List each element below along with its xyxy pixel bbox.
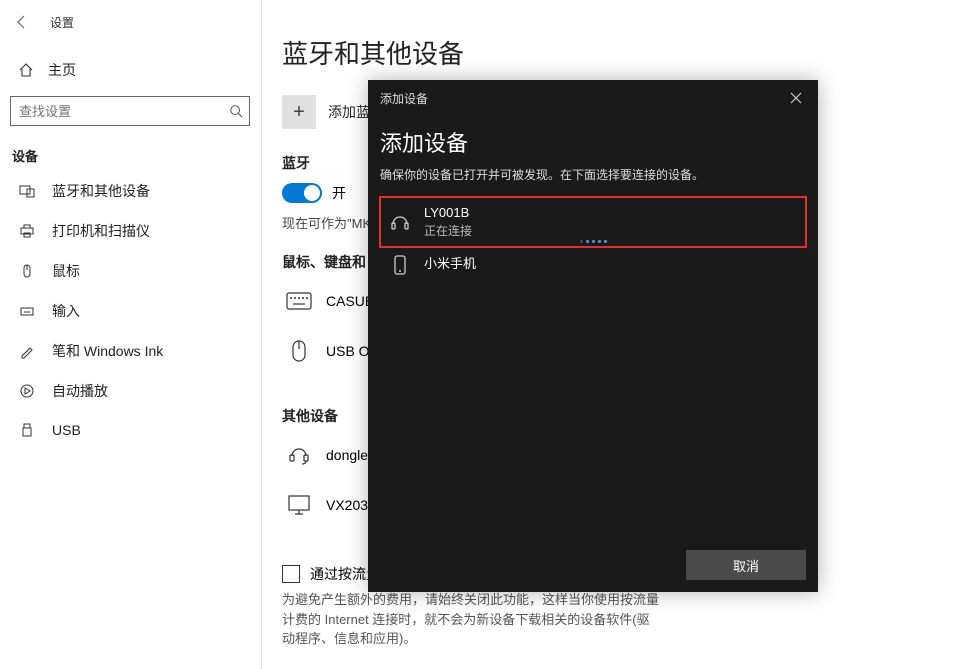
nav-typing[interactable]: 输入 [0, 291, 261, 331]
mouse-icon [18, 262, 36, 280]
nav-usb[interactable]: USB [0, 411, 261, 449]
metered-description: 为避免产生额外的费用，请始终关闭此功能，这样当你使用按流量计费的 Interne… [282, 590, 662, 649]
back-button[interactable] [8, 8, 36, 36]
dialog-title: 添加设备 [380, 126, 806, 158]
bluetooth-state: 开 [332, 183, 346, 203]
device-status: 正在连接 [424, 222, 472, 239]
monitor-icon [282, 492, 316, 518]
page-title: 蓝牙和其他设备 [282, 34, 954, 71]
pen-icon [18, 342, 36, 360]
loading-dots [580, 240, 607, 243]
nav-mouse[interactable]: 鼠标 [0, 251, 261, 291]
usb-icon [18, 421, 36, 439]
home-icon [18, 62, 34, 78]
search-input[interactable] [11, 104, 223, 119]
search-icon[interactable] [223, 104, 249, 118]
device-option-xiaomi[interactable]: 小米手机 [380, 247, 806, 283]
keyboard-icon [282, 288, 316, 314]
dialog-header: 添加设备 [380, 90, 428, 107]
bluetooth-toggle[interactable] [282, 183, 322, 203]
nav-label: 笔和 Windows Ink [52, 341, 163, 361]
mouse-icon [282, 338, 316, 364]
home-link[interactable]: 主页 [0, 50, 261, 90]
keyboard-icon [18, 302, 36, 320]
device-name: LY001B [424, 205, 472, 222]
device-name: 小米手机 [424, 256, 476, 273]
close-button[interactable] [784, 86, 808, 110]
metered-checkbox[interactable] [282, 565, 300, 583]
devices-icon [18, 182, 36, 200]
cancel-button[interactable]: 取消 [686, 550, 806, 580]
nav-bluetooth[interactable]: 蓝牙和其他设备 [0, 171, 261, 211]
window-title: 设置 [50, 14, 74, 31]
add-device-button[interactable]: + [282, 95, 316, 129]
nav-label: 输入 [52, 301, 80, 321]
dialog-hint: 确保你的设备已打开并可被发现。在下面选择要连接的设备。 [380, 166, 806, 183]
phone-icon [386, 255, 414, 275]
nav-label: 鼠标 [52, 261, 80, 281]
device-option-ly001b[interactable]: LY001B 正在连接 [380, 197, 806, 247]
nav-label: 自动播放 [52, 381, 108, 401]
autoplay-icon [18, 382, 36, 400]
search-box[interactable] [10, 96, 250, 126]
nav-pen[interactable]: 笔和 Windows Ink [0, 331, 261, 371]
nav-label: USB [52, 422, 81, 438]
device-name: dongle [326, 447, 368, 463]
nav-label: 打印机和扫描仪 [52, 221, 150, 241]
headset-icon [282, 442, 316, 468]
add-device-dialog: 添加设备 添加设备 确保你的设备已打开并可被发现。在下面选择要连接的设备。 LY… [368, 80, 818, 592]
home-label: 主页 [48, 60, 76, 80]
nav-label: 蓝牙和其他设备 [52, 181, 150, 201]
nav-autoplay[interactable]: 自动播放 [0, 371, 261, 411]
printer-icon [18, 222, 36, 240]
headphones-icon [386, 212, 414, 232]
section-devices: 设备 [0, 138, 261, 171]
nav-printers[interactable]: 打印机和扫描仪 [0, 211, 261, 251]
